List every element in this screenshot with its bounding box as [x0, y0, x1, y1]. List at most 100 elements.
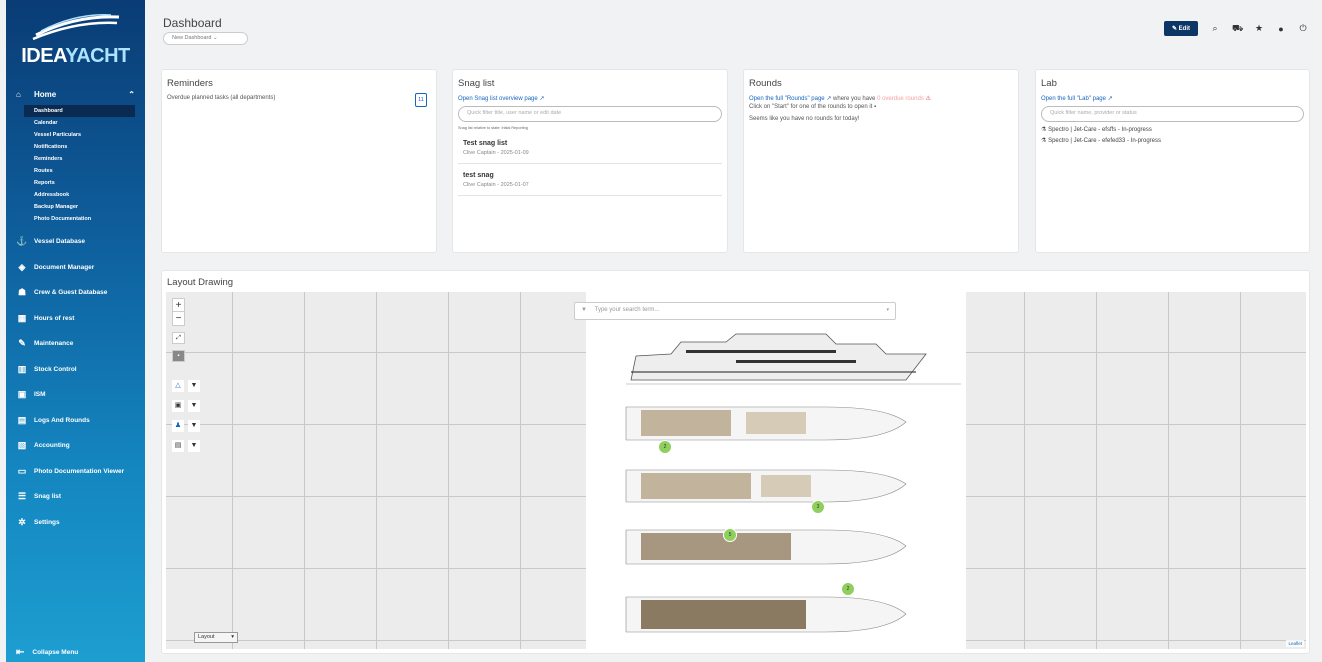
snag-title: test snag: [463, 172, 494, 179]
sidebar-subitem-calendar[interactable]: Calendar: [6, 117, 145, 129]
accounting-icon: ▧: [17, 440, 27, 451]
rounds-line-2: Click on "Start" for one of the rounds t…: [749, 104, 877, 110]
filter-row-4[interactable]: ▤ ▼: [172, 440, 200, 452]
filter-row-3[interactable]: ♟ ▼: [172, 420, 200, 432]
anchor-icon: ⚓: [16, 236, 28, 247]
filter-row-2[interactable]: ▣ ▼: [172, 400, 200, 412]
wrench-icon: ✎: [18, 338, 26, 349]
sidebar-item-label: Vessel Database: [34, 238, 85, 246]
edit-button[interactable]: ✎ Edit: [1163, 21, 1198, 36]
list-icon: ☰: [17, 491, 27, 502]
reminders-count-badge[interactable]: 11: [415, 93, 427, 107]
layout-map[interactable]: ▼ Type your search term... ▾ + − ⤢ ▪ △ ▼…: [166, 292, 1306, 649]
dashboard-select[interactable]: New Dashboard ⌄: [163, 32, 248, 45]
list-item[interactable]: Test snag list Clive Captain - 2025-01-0…: [458, 136, 722, 164]
filter-icon: ▼: [188, 400, 200, 412]
calendar-icon: ▦: [17, 312, 27, 323]
map-attribution[interactable]: Leaflet: [1286, 640, 1304, 647]
user-icon[interactable]: ●: [1276, 24, 1286, 34]
filter-icon: ▼: [188, 440, 200, 452]
person-icon: ♟: [172, 420, 184, 432]
collapse-menu-label: Collapse Menu: [32, 649, 79, 656]
collapse-menu-button[interactable]: ⇤ Collapse Menu: [16, 647, 78, 658]
card-title: Reminders: [167, 78, 213, 89]
filter-row-1[interactable]: △ ▼: [172, 380, 200, 392]
card-title: Rounds: [749, 78, 782, 89]
logo-wordmark: IDEAYACHT: [21, 44, 130, 67]
sidebar-item-hours-of-rest[interactable]: ▦ Hours of rest: [6, 306, 145, 332]
map-marker[interactable]: 2: [658, 440, 672, 454]
sidebar-subitem-routes[interactable]: Routes: [6, 165, 145, 177]
lab-card: Lab Open the full "Lab" page ↗ Quick fil…: [1035, 69, 1310, 253]
star-icon[interactable]: ★: [1254, 23, 1264, 34]
map-marker[interactable]: 2: [841, 582, 855, 596]
reminders-card: Reminders Overdue planned tasks (all dep…: [161, 69, 437, 253]
home-icon: ⌂: [16, 90, 21, 99]
sidebar-item-snag-list[interactable]: ☰ Snag list: [6, 484, 145, 510]
lab-filter-input[interactable]: Quick filter name, provider or status: [1041, 106, 1304, 122]
snag-overview-link[interactable]: Open Snag list overview page ↗: [458, 95, 722, 102]
sidebar-subitem-backup-manager[interactable]: Backup Manager: [6, 201, 145, 213]
list-item[interactable]: ⚗ Spectro | Jet-Care - efefed33 - In-pro…: [1041, 137, 1304, 144]
sidebar-item-label: Accounting: [34, 442, 70, 450]
map-marker[interactable]: 3: [811, 500, 825, 514]
filter-icon: ▼: [581, 307, 587, 313]
sidebar-item-maintenance[interactable]: ✎ Maintenance: [6, 331, 145, 357]
snag-meta: Clive Captain - 2025-01-09: [463, 150, 529, 156]
sidebar-item-label: Hours of rest: [34, 314, 75, 322]
people-icon: ☗: [17, 287, 27, 298]
sidebar-item-label: Photo Documentation Viewer: [34, 467, 125, 475]
zoom-out-button[interactable]: −: [173, 312, 184, 325]
sidebar-item-home[interactable]: ⌂ Home ⌃: [6, 86, 145, 103]
snag-meta: Clive Captain - 2025-01-07: [463, 182, 529, 188]
sidebar-item-crew-guest-database[interactable]: ☗ Crew & Guest Database: [6, 280, 145, 306]
sidebar-item-logs-and-rounds[interactable]: ▤ Logs And Rounds: [6, 408, 145, 434]
sidebar-subitem-addressbook[interactable]: Addressbook: [6, 189, 145, 201]
lab-page-link[interactable]: Open the full "Lab" page ↗: [1041, 95, 1304, 102]
cart-icon[interactable]: ⛟: [1232, 23, 1243, 35]
sidebar-subitem-photo-documentation[interactable]: Photo Documentation: [6, 213, 145, 225]
power-icon[interactable]: ⏻: [1298, 23, 1308, 34]
photo-icon: ▭: [17, 465, 27, 476]
clipboard-icon: ▣: [17, 389, 27, 400]
search-icon[interactable]: ⌕: [1210, 23, 1220, 34]
list-item[interactable]: test snag Clive Captain - 2025-01-07: [458, 164, 722, 196]
map-marker[interactable]: 5: [723, 528, 737, 542]
map-search-input[interactable]: ▼ Type your search term... ▾: [574, 302, 896, 320]
sidebar-subitem-reminders[interactable]: Reminders: [6, 153, 145, 165]
card-title: Lab: [1041, 78, 1057, 89]
layer-toggle-button[interactable]: ▪: [172, 350, 185, 362]
flask-icon: ⚗: [1041, 138, 1047, 144]
area-icon: △: [172, 380, 184, 392]
fullscreen-button[interactable]: ⤢: [172, 332, 185, 344]
logo[interactable]: IDEAYACHT: [6, 0, 145, 80]
collapse-icon: ⇤: [16, 647, 25, 658]
overdue-rounds-text: 0 overdue rounds: [877, 96, 924, 102]
sidebar-item-photo-documentation-viewer[interactable]: ▭ Photo Documentation Viewer: [6, 459, 145, 485]
card-title: Snag list: [458, 78, 495, 89]
rounds-page-link[interactable]: Open the full "Rounds" page: [749, 96, 825, 102]
zoom-in-button[interactable]: +: [173, 299, 184, 312]
chevron-down-icon: ▾: [231, 634, 234, 640]
sidebar-item-ism[interactable]: ▣ ISM: [6, 382, 145, 408]
sidebar-item-label: ISM: [34, 391, 46, 399]
snag-filter-input[interactable]: Quick filter title, user name or edit da…: [458, 106, 722, 122]
yacht-drawing: [625, 333, 961, 633]
layer-select[interactable]: Layout ▾: [194, 632, 238, 643]
sidebar-item-label: Stock Control: [34, 365, 77, 373]
sidebar-subitem-vessel-particulars[interactable]: Vessel Particulars: [6, 129, 145, 141]
sidebar-item-settings[interactable]: ✲ Settings: [6, 510, 145, 536]
sidebar-item-accounting[interactable]: ▧ Accounting: [6, 433, 145, 459]
snag-caption: Snag list relative to state: Initial Rep…: [458, 126, 528, 130]
sidebar-item-document-manager[interactable]: ◈ Document Manager: [6, 255, 145, 281]
sidebar-subitem-reports[interactable]: Reports: [6, 177, 145, 189]
list-item[interactable]: ⚗ Spectro | Jet-Care - efsffs - In-progr…: [1041, 126, 1304, 133]
sidebar-item-label: Logs And Rounds: [34, 416, 90, 424]
sidebar-item-label: Maintenance: [34, 340, 74, 348]
toolbar: ✎ Edit ⌕ ⛟ ★ ● ⏻: [1163, 21, 1308, 36]
logbook-icon: ▤: [17, 414, 27, 425]
sidebar-item-vessel-database[interactable]: ⚓ Vessel Database: [6, 229, 145, 255]
sidebar-subitem-notifications[interactable]: Notifications: [6, 141, 145, 153]
sidebar-item-stock-control[interactable]: ▥ Stock Control: [6, 357, 145, 383]
sidebar-subitem-dashboard[interactable]: Dashboard: [24, 105, 135, 117]
